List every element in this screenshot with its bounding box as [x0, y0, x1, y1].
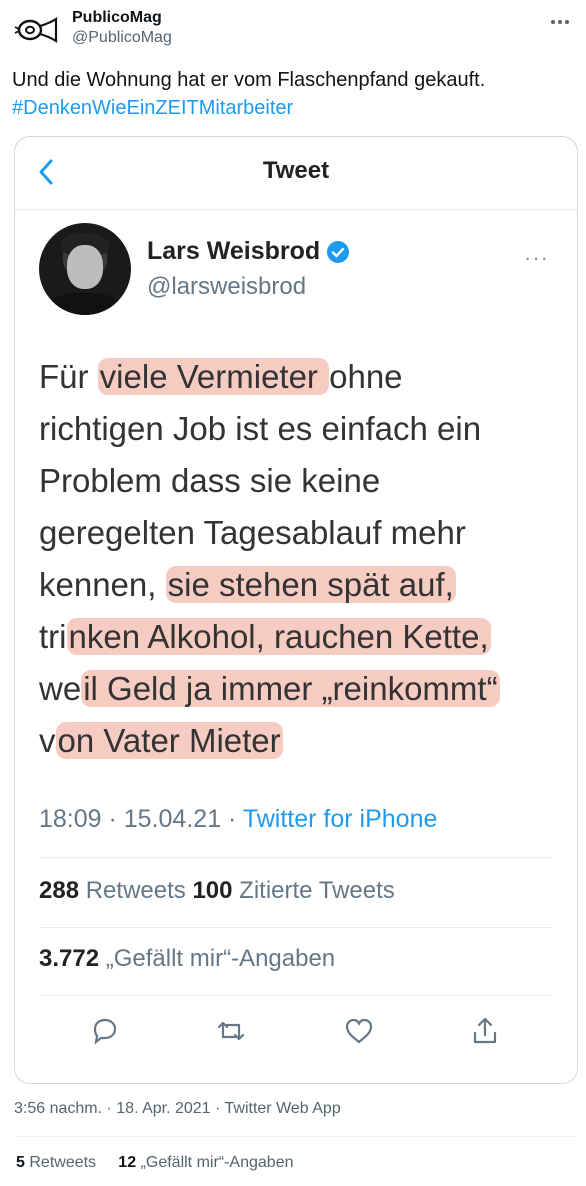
screenshot-display-name: Lars Weisbrod [147, 237, 321, 265]
retweets-stat[interactable]: 5 Retweets [16, 1154, 96, 1171]
divider [39, 927, 553, 928]
tweet-image[interactable]: Tweet Lars Weisbrod @larsweisbrod ··· Fü… [14, 136, 578, 1084]
verified-badge-icon [327, 240, 350, 263]
quote-line: richtigen Job ist es einfach ein [39, 410, 482, 447]
share-icon [473, 1017, 497, 1044]
tweet-body: Und die Wohnung hat er vom Flaschenpfand… [12, 69, 486, 91]
retweet-icon [217, 1021, 245, 1041]
quote-line: geregelten Tagesablauf mehr [39, 514, 466, 551]
tweet-header: PublicoMag @PublicoMag [12, 4, 574, 54]
more-options-icon[interactable] [548, 10, 572, 34]
divider [39, 995, 553, 996]
screenshot-author-name: Lars Weisbrod [147, 237, 350, 266]
client-link: Twitter for iPhone [242, 805, 438, 833]
screenshot-author-handle: @larsweisbrod [147, 273, 307, 300]
author-handle[interactable]: @PublicoMag [72, 28, 172, 48]
quote-line: trinken Alkohol, rauchen Kette, [39, 618, 491, 655]
tweet-stats: 5 Retweets 12 „Gefällt mir“-Angaben [16, 1154, 294, 1172]
tweet-timestamp[interactable]: 3:56 nachm. · 18. Apr. 2021 · Twitter We… [14, 1100, 341, 1118]
screenshot-tweet-text: Für viele Vermieter ohne richtigen Job i… [39, 351, 539, 767]
quote-line: weil Geld ja immer „reinkommt“ [39, 670, 500, 707]
quote-line: Problem dass sie keine [39, 462, 381, 499]
author-names: PublicoMag @PublicoMag [72, 8, 172, 48]
divider [39, 857, 553, 858]
screenshot-title: Tweet [262, 157, 330, 184]
screenshot-timestamp: 18:09 · 15.04.21 · Twitter for iPhone [39, 805, 438, 833]
quote-line: von Vater Mieter [39, 722, 283, 759]
like-heart-icon [345, 1018, 373, 1044]
screenshot-action-bar [15, 1015, 577, 1055]
screenshot-header: Tweet [15, 137, 577, 210]
screenshot-like-stats: 3.772 „Gefällt mir“-Angaben [39, 945, 336, 972]
hashtag-link[interactable]: #DenkenWieEinZEITMitarbeiter [12, 97, 293, 119]
posthorn-logo-icon[interactable] [12, 6, 60, 54]
screenshot-more-icon: ··· [524, 245, 549, 270]
screenshot-retweet-stats: 288 Retweets 100 Zitierte Tweets [39, 877, 395, 904]
screenshot-avatar [39, 223, 131, 315]
divider [14, 1136, 576, 1137]
author-display-name[interactable]: PublicoMag [72, 8, 172, 28]
quote-line: kennen, sie stehen spät auf, [39, 566, 456, 603]
reply-icon [93, 1018, 117, 1045]
quote-line: Für viele Vermieter ohne [39, 358, 403, 395]
tweet-text: Und die Wohnung hat er vom Flaschenpfand… [12, 66, 572, 122]
likes-stat[interactable]: 12 „Gefällt mir“-Angaben [118, 1154, 293, 1171]
